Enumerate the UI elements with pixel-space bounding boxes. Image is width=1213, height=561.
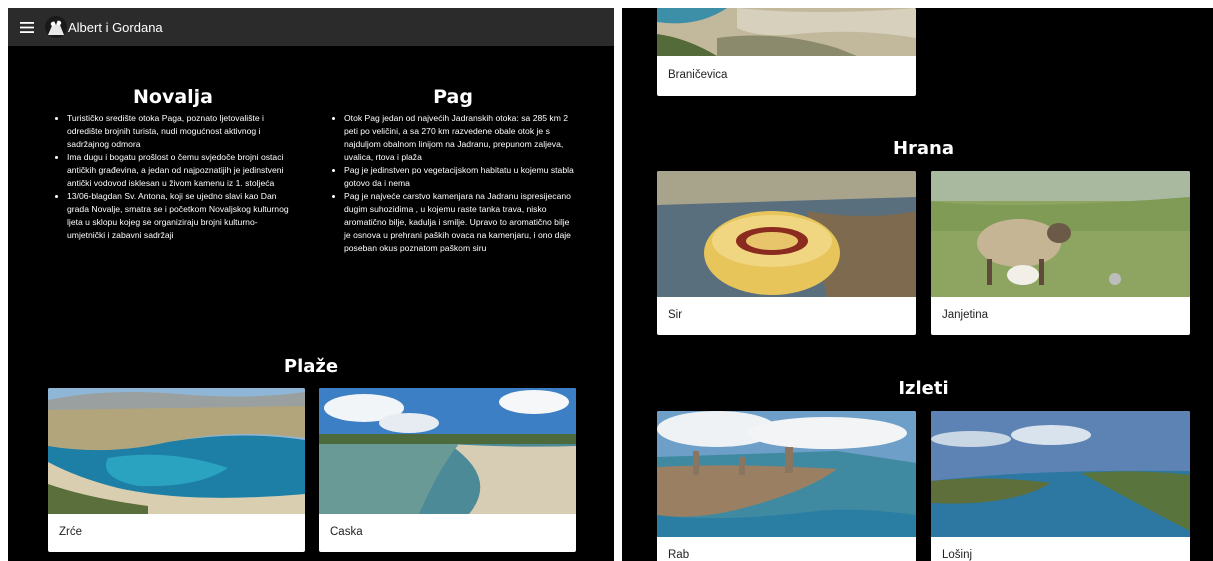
card-rab[interactable]: Rab	[657, 411, 916, 561]
card-label: Janjetina	[942, 309, 989, 321]
hrana-title: Hrana	[892, 138, 955, 159]
card-label: Caska	[330, 526, 363, 538]
logo-icon	[45, 16, 67, 38]
novalja-section: Novalja Turističko središte otoka Paga, …	[52, 86, 294, 242]
card-zrce[interactable]: Zrće	[48, 388, 305, 552]
caska-image	[319, 388, 576, 514]
card-label: Rab	[668, 549, 690, 561]
list-item: Pag je najveće carstvo kamenjara na Jadr…	[344, 190, 577, 255]
menu-button[interactable]	[14, 8, 40, 46]
pag-list: Otok Pag jedan od najvećih Jadranskih ot…	[329, 112, 577, 255]
card-label: Sir	[668, 309, 683, 321]
plaze-title: Plaže	[283, 356, 339, 377]
losinj-image	[931, 411, 1190, 537]
list-item: Pag je jedinstven po vegetacijskom habit…	[344, 164, 577, 190]
list-item: Ima dugu i bogatu prošlost o čemu svjedo…	[67, 151, 294, 190]
card-label: Zrće	[59, 526, 82, 538]
rab-image	[657, 411, 916, 537]
right-screen: Braničevica Hrana Sir Janjetina Izleti R…	[622, 8, 1213, 561]
card-caska[interactable]: Caska	[319, 388, 576, 552]
card-sir[interactable]: Sir	[657, 171, 916, 335]
app-title: Albert i Gordana	[68, 19, 163, 35]
zrce-image	[48, 388, 305, 514]
izleti-title: Izleti	[898, 378, 949, 399]
card-label: Lošinj	[942, 549, 973, 561]
branicevica-image	[657, 8, 916, 56]
card-losinj[interactable]: Lošinj	[931, 411, 1190, 561]
list-item: Turističko središte otoka Paga, poznato …	[67, 112, 294, 151]
app-bar: Albert i Gordana	[8, 8, 614, 46]
novalja-list: Turističko središte otoka Paga, poznato …	[52, 112, 294, 242]
card-janjetina[interactable]: Janjetina	[931, 171, 1190, 335]
novalja-title: Novalja	[132, 86, 213, 108]
janjetina-image	[931, 171, 1190, 297]
card-label: Braničevica	[668, 69, 728, 81]
menu-icon	[20, 21, 34, 33]
left-screen: Albert i Gordana Novalja Turističko sred…	[8, 8, 614, 561]
list-item: 13/06-blagdan Sv. Antona, koji se ujedno…	[67, 190, 294, 242]
list-item: Otok Pag jedan od najvećih Jadranskih ot…	[344, 112, 577, 164]
card-branicevica[interactable]: Braničevica	[657, 8, 916, 96]
sir-image	[657, 171, 916, 297]
pag-title: Pag	[433, 86, 473, 108]
pag-section: Pag Otok Pag jedan od najvećih Jadranski…	[329, 86, 577, 255]
